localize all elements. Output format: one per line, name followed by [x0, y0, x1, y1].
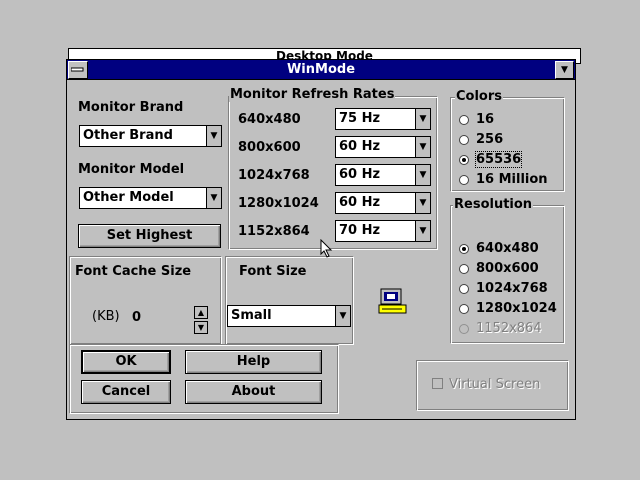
dropdown-arrow-icon[interactable]: ▼: [415, 109, 430, 129]
font-cache-title: Font Cache Size: [75, 264, 192, 279]
monitor-icon: [378, 288, 408, 320]
resolution-option-label: 1152x864: [476, 321, 542, 336]
colors-title: Colors: [455, 89, 504, 104]
monitor-model-select[interactable]: Other Model ▼: [79, 187, 222, 209]
colors-option-label[interactable]: 16: [476, 112, 494, 127]
monitor-model-value: Other Model: [83, 190, 174, 205]
refresh-rate-value: 60 Hz: [339, 195, 381, 210]
dropdown-arrow-icon[interactable]: ▼: [335, 306, 350, 326]
refresh-mode-label: 640x480: [238, 112, 301, 127]
monitor-brand-label: Monitor Brand: [78, 100, 184, 115]
virtual-screen-checkbox[interactable]: [432, 378, 443, 389]
font-cache-value[interactable]: 0: [132, 310, 141, 325]
set-highest-button[interactable]: Set Highest: [78, 224, 221, 248]
resolution-option-label[interactable]: 800x600: [476, 261, 539, 276]
ok-button[interactable]: OK: [81, 350, 171, 374]
colors-radio[interactable]: [459, 135, 469, 145]
colors-option-label[interactable]: 65536: [474, 151, 523, 168]
resolution-radio: [459, 324, 469, 334]
window-title: WinMode: [286, 62, 356, 77]
colors-radio[interactable]: [459, 155, 469, 165]
dropdown-arrow-icon[interactable]: ▼: [415, 221, 430, 241]
resolution-radio[interactable]: [459, 264, 469, 274]
refresh-mode-label: 800x600: [238, 140, 301, 155]
resolution-title: Resolution: [453, 197, 534, 212]
refresh-mode-label: 1024x768: [238, 168, 310, 183]
monitor-brand-value: Other Brand: [83, 128, 173, 143]
resolution-radio[interactable]: [459, 284, 469, 294]
resolution-option-label[interactable]: 640x480: [476, 241, 539, 256]
colors-option-label[interactable]: 256: [476, 132, 503, 147]
cancel-button[interactable]: Cancel: [81, 380, 171, 404]
font-cache-unit: (KB): [92, 309, 120, 324]
refresh-rate-select[interactable]: 60 Hz ▼: [335, 192, 431, 214]
title-bar[interactable]: WinMode ▼: [67, 60, 575, 80]
refresh-rate-value: 60 Hz: [339, 167, 381, 182]
about-button[interactable]: About: [185, 380, 322, 404]
refresh-rate-value: 60 Hz: [339, 139, 381, 154]
refresh-mode-label: 1152x864: [238, 224, 310, 239]
dropdown-arrow-icon[interactable]: ▼: [415, 137, 430, 157]
refresh-rate-select[interactable]: 70 Hz ▼: [335, 220, 431, 242]
resolution-radio[interactable]: [459, 244, 469, 254]
dropdown-arrow-icon[interactable]: ▼: [415, 193, 430, 213]
refresh-rate-value: 70 Hz: [339, 223, 381, 238]
dropdown-arrow-icon[interactable]: ▼: [206, 188, 221, 208]
monitor-model-label: Monitor Model: [78, 162, 185, 177]
mouse-pointer-icon: [320, 238, 334, 263]
refresh-rates-title: Monitor Refresh Rates: [229, 87, 396, 102]
minimize-arrow-icon[interactable]: ▼: [555, 61, 574, 79]
colors-radio[interactable]: [459, 115, 469, 125]
dropdown-arrow-icon[interactable]: ▼: [206, 126, 221, 146]
spin-up-icon[interactable]: ▲: [194, 306, 208, 319]
colors-radio[interactable]: [459, 175, 469, 185]
resolution-option-label[interactable]: 1280x1024: [476, 301, 557, 316]
virtual-screen-label: Virtual Screen: [449, 377, 541, 392]
dropdown-arrow-icon[interactable]: ▼: [415, 165, 430, 185]
spin-down-icon[interactable]: ▼: [194, 321, 208, 334]
refresh-rate-select[interactable]: 60 Hz ▼: [335, 164, 431, 186]
font-size-value: Small: [231, 308, 272, 323]
refresh-rate-select[interactable]: 75 Hz ▼: [335, 108, 431, 130]
resolution-option-label[interactable]: 1024x768: [476, 281, 548, 296]
refresh-mode-label: 1280x1024: [238, 196, 319, 211]
refresh-rate-select[interactable]: 60 Hz ▼: [335, 136, 431, 158]
monitor-brand-select[interactable]: Other Brand ▼: [79, 125, 222, 147]
colors-option-label[interactable]: 16 Million: [476, 172, 548, 187]
resolution-radio[interactable]: [459, 304, 469, 314]
font-size-title: Font Size: [239, 264, 307, 279]
help-button[interactable]: Help: [185, 350, 322, 374]
refresh-rate-value: 75 Hz: [339, 111, 381, 126]
font-size-select[interactable]: Small ▼: [227, 305, 351, 327]
